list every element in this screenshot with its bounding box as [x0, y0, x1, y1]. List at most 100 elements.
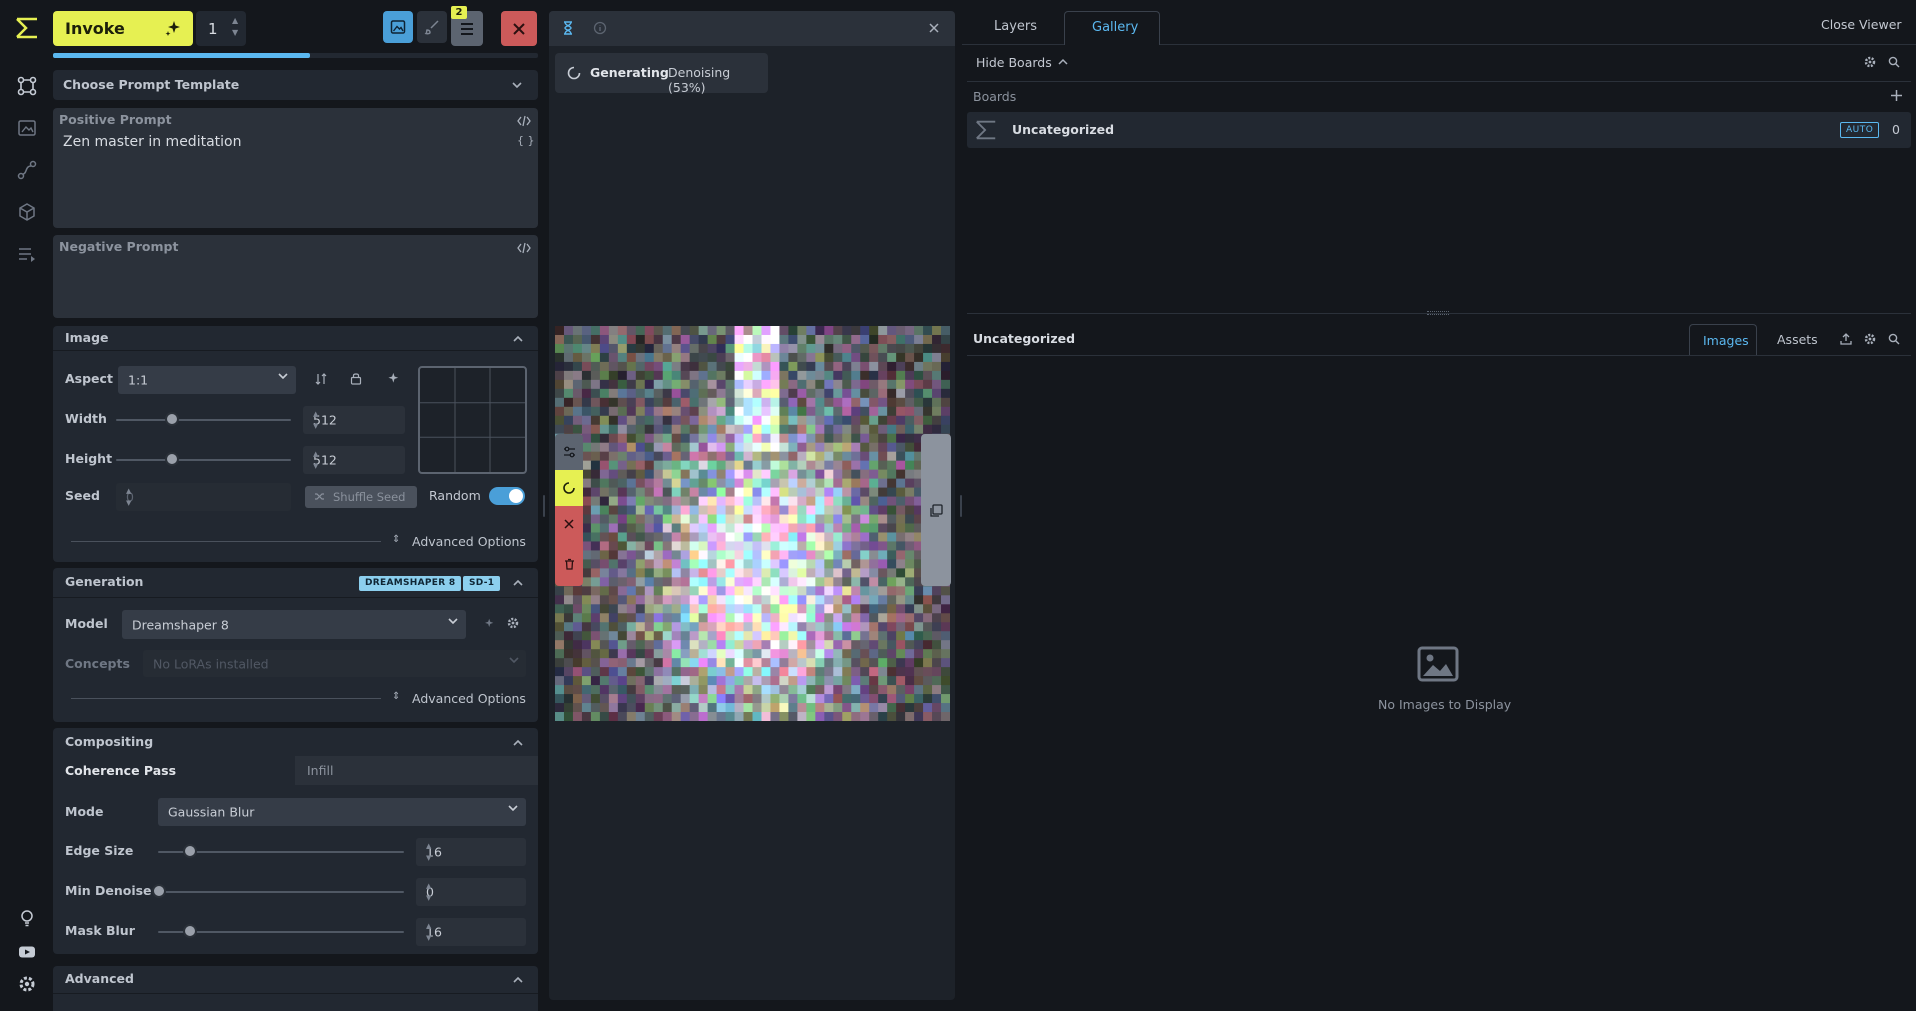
search-icon[interactable]	[1888, 333, 1900, 345]
viewer-header	[549, 11, 955, 46]
cancel-button[interactable]	[501, 11, 537, 46]
min-denoise-slider-thumb[interactable]	[152, 884, 166, 898]
iterations-stepper[interactable]: ▲ ▼	[232, 15, 238, 39]
board-item-uncategorized[interactable]: Uncategorized AUTO 0	[967, 112, 1911, 148]
tab-gallery[interactable]: Gallery	[1064, 11, 1160, 45]
code-icon[interactable]	[517, 115, 531, 127]
image-section-title[interactable]: Image	[65, 330, 109, 345]
iterations-input[interactable]: 1 ▲ ▼	[196, 11, 246, 46]
chevron-up-icon[interactable]	[512, 578, 524, 588]
mode-value: Gaussian Blur	[168, 804, 255, 820]
invoke-button[interactable]: Invoke	[53, 11, 193, 46]
prompt-template-select[interactable]: Choose Prompt Template	[53, 70, 538, 100]
delete-button[interactable]	[555, 542, 583, 586]
code-icon[interactable]	[517, 242, 531, 254]
regenerate-button[interactable]	[555, 470, 583, 506]
model-settings-gear-icon[interactable]	[507, 617, 519, 629]
edge-size-slider-thumb[interactable]	[183, 844, 197, 858]
image-view-button[interactable]	[383, 11, 413, 43]
advanced-section-title[interactable]: Advanced	[65, 971, 134, 986]
image-advanced-options-toggle[interactable]: Advanced Options	[412, 534, 526, 549]
mask-blur-input[interactable]: 16 ▲ ▼	[416, 918, 526, 946]
min-denoise-input[interactable]: 0 ▲ ▼	[416, 878, 526, 906]
swap-dimensions-icon[interactable]	[315, 373, 327, 385]
chevron-up-icon[interactable]	[512, 738, 524, 748]
models-tab-icon[interactable]	[12, 197, 42, 227]
close-icon[interactable]	[928, 22, 940, 34]
height-stepper[interactable]: ▲ ▼	[313, 448, 399, 472]
tab-assets[interactable]: Assets	[1762, 324, 1828, 356]
hide-boards-button[interactable]: Hide Boards	[976, 55, 1052, 70]
upload-icon[interactable]	[1840, 333, 1852, 345]
search-icon[interactable]	[1888, 56, 1900, 68]
negative-prompt-box[interactable]: Negative Prompt	[53, 235, 538, 318]
random-seed-toggle[interactable]	[489, 487, 525, 505]
sliders-button[interactable]	[555, 434, 583, 470]
aspect-select[interactable]: 1:1	[118, 366, 296, 394]
width-slider[interactable]	[116, 419, 291, 421]
auto-add-badge: AUTO	[1840, 122, 1880, 138]
height-slider-thumb[interactable]	[165, 452, 179, 466]
tab-infill[interactable]: Infill	[295, 756, 538, 785]
tab-images[interactable]: Images	[1689, 324, 1757, 356]
width-stepper[interactable]: ▲ ▼	[313, 408, 399, 432]
close-viewer-button[interactable]: Close Viewer	[1821, 17, 1902, 32]
generation-section-title[interactable]: Generation	[65, 574, 143, 589]
canvas-brush-button[interactable]	[417, 11, 447, 43]
chevron-up-icon[interactable]	[512, 334, 524, 344]
tab-layers[interactable]: Layers	[969, 11, 1047, 44]
workflows-tab-icon[interactable]	[12, 155, 42, 185]
generation-advanced-options-toggle[interactable]: Advanced Options	[412, 691, 526, 706]
invoke-logo-icon[interactable]	[12, 13, 42, 43]
gallery-resize-handle[interactable]	[1427, 311, 1449, 315]
height-input[interactable]: 512 ▲ ▼	[303, 446, 405, 474]
gallery-settings-gear-icon[interactable]	[1864, 333, 1876, 345]
seed-input[interactable]: 0 ▲ ▼	[116, 483, 291, 511]
add-board-plus-icon[interactable]	[1890, 89, 1903, 102]
generate-tab-icon[interactable]	[12, 71, 42, 101]
height-slider[interactable]	[116, 459, 291, 461]
settings-gear-icon[interactable]	[12, 969, 42, 999]
hourglass-icon[interactable]	[562, 21, 574, 35]
lock-icon[interactable]	[350, 372, 362, 385]
mode-label: Mode	[65, 804, 104, 819]
edge-size-stepper[interactable]: ▲ ▼	[426, 840, 520, 864]
brush-icon	[424, 19, 440, 35]
lightbulb-icon[interactable]	[12, 903, 42, 933]
tab-coherence-pass[interactable]: Coherence Pass	[53, 756, 295, 785]
youtube-icon[interactable]	[12, 937, 42, 967]
sparkle-icon[interactable]	[386, 372, 399, 385]
mask-blur-slider-thumb[interactable]	[183, 924, 197, 938]
concepts-select[interactable]: No LoRAs installed	[143, 650, 526, 677]
braces-icon[interactable]: { }	[517, 134, 535, 147]
sparkle-icon[interactable]	[483, 618, 494, 629]
chevron-up-icon[interactable]	[512, 975, 524, 985]
canvas-tab-icon[interactable]	[12, 113, 42, 143]
queue-tab-icon[interactable]	[12, 239, 42, 269]
compositing-section-title[interactable]: Compositing	[65, 734, 153, 749]
mode-select[interactable]: Gaussian Blur	[158, 798, 526, 826]
chevron-up-icon[interactable]	[1058, 58, 1068, 66]
shuffle-seed-button[interactable]: Shuffle Seed	[305, 486, 417, 508]
cancel-generation-button[interactable]	[555, 506, 583, 542]
width-slider-thumb[interactable]	[165, 412, 179, 426]
edge-size-input[interactable]: 16 ▲ ▼	[416, 838, 526, 866]
tab-images-label: Images	[1703, 333, 1749, 348]
model-value: Dreamshaper 8	[132, 617, 229, 632]
min-denoise-slider[interactable]	[158, 891, 404, 893]
gallery-settings-gear-icon[interactable]	[1864, 56, 1876, 68]
min-denoise-stepper[interactable]: ▲ ▼	[426, 880, 520, 904]
aspect-value: 1:1	[128, 372, 149, 388]
positive-prompt-text[interactable]: Zen master in meditation	[63, 134, 241, 150]
seed-stepper[interactable]: ▲ ▼	[126, 485, 285, 509]
advanced-section: Advanced	[53, 966, 538, 1011]
panel-resize-handle[interactable]	[543, 495, 545, 517]
toggle-gallery-button[interactable]	[921, 434, 951, 586]
image-section: Image Aspect 1:1 Width 512 ▲ ▼ Height 512…	[53, 326, 538, 562]
positive-prompt-box[interactable]: Positive Prompt Zen master in meditation…	[53, 108, 538, 228]
shuffle-seed-label: Shuffle Seed	[333, 490, 406, 504]
info-icon[interactable]	[593, 21, 607, 35]
model-select[interactable]: Dreamshaper 8	[122, 610, 466, 639]
mask-blur-stepper[interactable]: ▲ ▼	[426, 920, 520, 944]
width-input[interactable]: 512 ▲ ▼	[303, 406, 405, 434]
